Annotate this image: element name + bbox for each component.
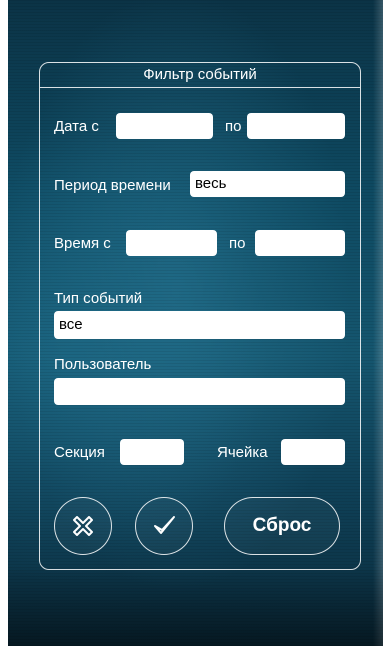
time-to-input[interactable] [255, 230, 345, 256]
reset-button[interactable]: Сброс [224, 497, 340, 555]
check-icon [154, 516, 175, 534]
cell-input[interactable] [281, 439, 345, 465]
cancel-button[interactable] [54, 497, 112, 555]
period-label: Период времени [54, 177, 171, 194]
time-from-input[interactable] [126, 230, 217, 256]
date-to-label: по [225, 118, 242, 135]
event-type-select[interactable]: все [54, 311, 345, 339]
panel-title: Фильтр событий [40, 63, 360, 88]
user-input[interactable] [54, 378, 345, 405]
date-from-input[interactable] [116, 113, 213, 139]
date-from-label: Дата с [54, 118, 99, 135]
event-type-label: Тип событий [54, 290, 143, 307]
screen-edge [373, 0, 383, 646]
apply-button[interactable] [135, 497, 193, 555]
close-icon [73, 516, 93, 536]
period-select[interactable]: весь [190, 171, 345, 197]
user-label: Пользователь [54, 356, 152, 373]
time-from-label: Время с [54, 235, 111, 252]
time-to-label: по [229, 235, 246, 252]
section-input[interactable] [120, 439, 184, 465]
section-label: Секция [54, 444, 105, 461]
date-to-input[interactable] [247, 113, 345, 139]
app-screen: Фильтр событий Дата с по Период времени … [8, 0, 383, 646]
cell-label: Ячейка [217, 444, 268, 461]
